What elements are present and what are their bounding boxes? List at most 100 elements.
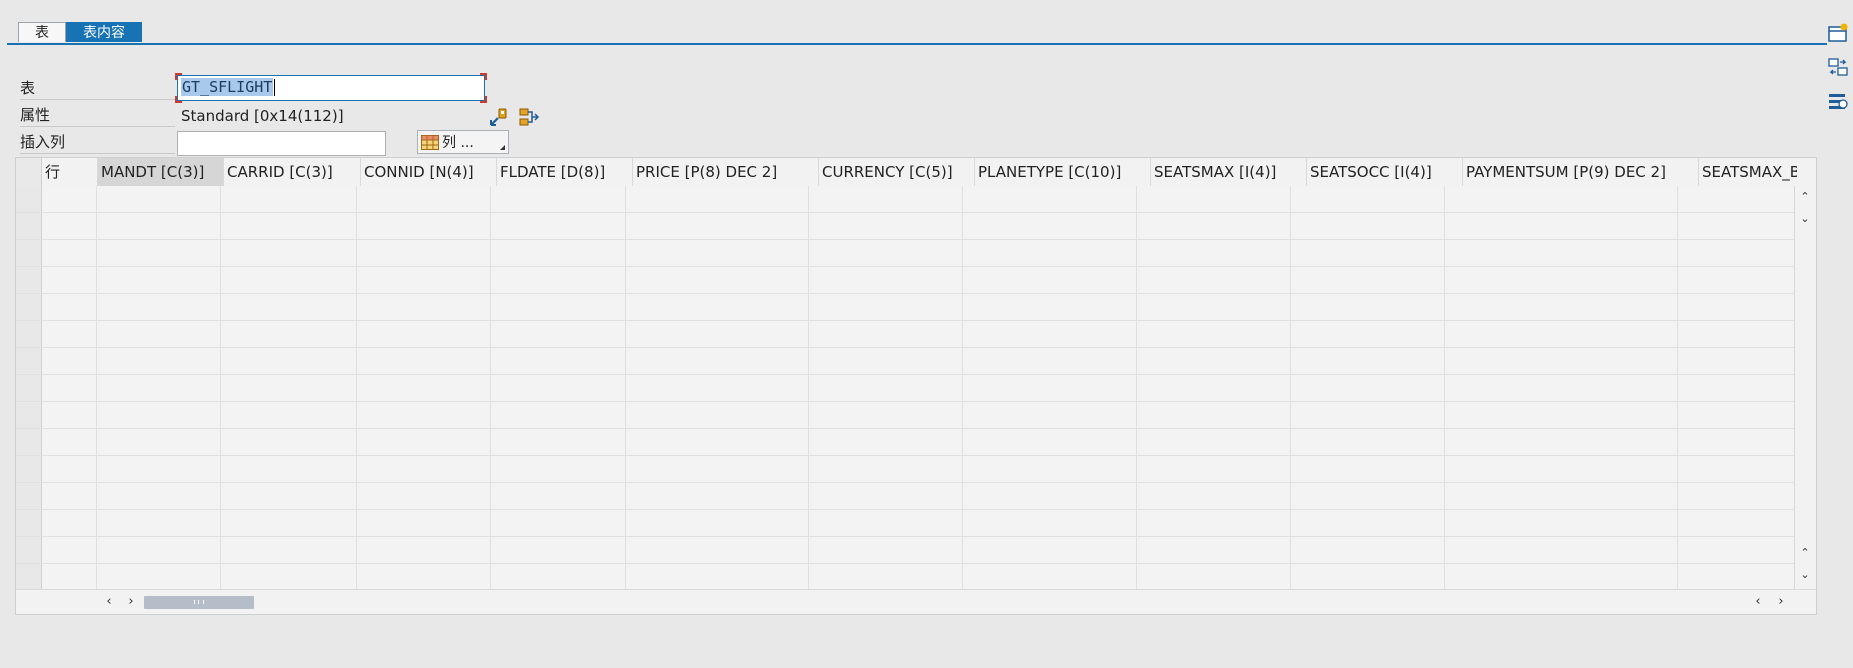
table-cell[interactable] — [97, 483, 222, 509]
table-cell[interactable] — [963, 510, 1138, 536]
table-cell[interactable] — [41, 240, 98, 266]
tab-table-contents[interactable]: 表内容 — [66, 22, 142, 42]
table-cell[interactable] — [1291, 348, 1446, 374]
table-cell[interactable] — [41, 456, 98, 482]
table-cell[interactable] — [356, 456, 492, 482]
column-header[interactable]: SEATSMAX [I(4)] — [1151, 158, 1307, 186]
table-cell[interactable] — [1678, 564, 1797, 590]
table-row[interactable] — [16, 564, 1797, 590]
scroll-thumb[interactable] — [144, 596, 254, 609]
vertical-scrollbar[interactable]: ⌃ ⌄ ⌃ ⌄ — [1794, 186, 1816, 590]
column-header[interactable]: MANDT [C(3)] — [98, 158, 224, 186]
table-cell[interactable] — [491, 537, 626, 563]
table-cell[interactable] — [1137, 402, 1292, 428]
table-cell[interactable] — [97, 186, 222, 212]
row-selector[interactable] — [16, 537, 42, 563]
row-selector[interactable] — [16, 564, 42, 590]
table-cell[interactable] — [963, 294, 1138, 320]
table-row[interactable] — [16, 483, 1797, 510]
table-cell[interactable] — [1678, 375, 1797, 401]
table-cell[interactable] — [625, 186, 810, 212]
table-cell[interactable] — [41, 375, 98, 401]
table-cell[interactable] — [1678, 510, 1797, 536]
table-cell[interactable] — [1678, 483, 1797, 509]
table-cell[interactable] — [1678, 456, 1797, 482]
table-cell[interactable] — [356, 321, 492, 347]
table-cell[interactable] — [1291, 564, 1446, 590]
table-cell[interactable] — [625, 267, 810, 293]
table-cell[interactable] — [809, 240, 964, 266]
structure-icon[interactable] — [518, 106, 540, 128]
table-row[interactable] — [16, 348, 1797, 375]
row-selector[interactable] — [16, 510, 42, 536]
table-cell[interactable] — [356, 240, 492, 266]
table-cell[interactable] — [1445, 429, 1679, 455]
table-cell[interactable] — [221, 240, 357, 266]
table-cell[interactable] — [1291, 483, 1446, 509]
table-cell[interactable] — [1678, 294, 1797, 320]
table-cell[interactable] — [1291, 240, 1446, 266]
table-cell[interactable] — [809, 483, 964, 509]
table-cell[interactable] — [41, 186, 98, 212]
table-cell[interactable] — [1137, 321, 1292, 347]
table-cell[interactable] — [356, 510, 492, 536]
table-cell[interactable] — [97, 348, 222, 374]
table-cell[interactable] — [625, 537, 810, 563]
table-cell[interactable] — [809, 510, 964, 536]
new-table-icon[interactable] — [1827, 22, 1849, 44]
table-cell[interactable] — [356, 564, 492, 590]
table-cell[interactable] — [1291, 267, 1446, 293]
table-cell[interactable] — [356, 429, 492, 455]
table-cell[interactable] — [491, 564, 626, 590]
table-cell[interactable] — [221, 267, 357, 293]
table-cell[interactable] — [221, 456, 357, 482]
table-cell[interactable] — [491, 402, 626, 428]
table-cell[interactable] — [809, 429, 964, 455]
table-cell[interactable] — [97, 537, 222, 563]
table-cell[interactable] — [963, 240, 1138, 266]
table-cell[interactable] — [1678, 429, 1797, 455]
table-cell[interactable] — [491, 294, 626, 320]
table-cell[interactable] — [97, 402, 222, 428]
table-cell[interactable] — [221, 564, 357, 590]
table-cell[interactable] — [1137, 510, 1292, 536]
table-cell[interactable] — [809, 537, 964, 563]
table-cell[interactable] — [963, 402, 1138, 428]
table-cell[interactable] — [1445, 240, 1679, 266]
table-cell[interactable] — [1445, 402, 1679, 428]
table-cell[interactable] — [491, 348, 626, 374]
table-cell[interactable] — [41, 402, 98, 428]
table-cell[interactable] — [491, 186, 626, 212]
table-cell[interactable] — [97, 267, 222, 293]
column-header[interactable]: CURRENCY [C(5)] — [819, 158, 975, 186]
table-cell[interactable] — [1137, 294, 1292, 320]
table-row[interactable] — [16, 375, 1797, 402]
column-header[interactable]: SEATSMAX_B — [1699, 158, 1797, 186]
table-cell[interactable] — [221, 402, 357, 428]
table-cell[interactable] — [221, 537, 357, 563]
table-cell[interactable] — [1445, 537, 1679, 563]
table-cell[interactable] — [963, 537, 1138, 563]
table-name-input[interactable]: GT_SFLIGHT — [175, 73, 487, 103]
table-cell[interactable] — [1678, 240, 1797, 266]
table-row[interactable] — [16, 402, 1797, 429]
table-row[interactable] — [16, 429, 1797, 456]
table-cell[interactable] — [41, 564, 98, 590]
table-cell[interactable] — [491, 429, 626, 455]
column-header[interactable]: FLDATE [D(8)] — [497, 158, 633, 186]
table-cell[interactable] — [1137, 267, 1292, 293]
column-header[interactable]: 行 — [42, 158, 98, 186]
table-row[interactable] — [16, 294, 1797, 321]
table-cell[interactable] — [1291, 321, 1446, 347]
table-cell[interactable] — [1445, 186, 1679, 212]
table-cell[interactable] — [221, 321, 357, 347]
row-selector[interactable] — [16, 186, 42, 212]
table-cell[interactable] — [625, 483, 810, 509]
chevron-up-icon[interactable]: ⌃ — [1798, 190, 1812, 204]
table-cell[interactable] — [1137, 375, 1292, 401]
table-cell[interactable] — [1445, 213, 1679, 239]
table-row[interactable] — [16, 456, 1797, 483]
table-cell[interactable] — [356, 213, 492, 239]
table-cell[interactable] — [1678, 267, 1797, 293]
table-row[interactable] — [16, 321, 1797, 348]
